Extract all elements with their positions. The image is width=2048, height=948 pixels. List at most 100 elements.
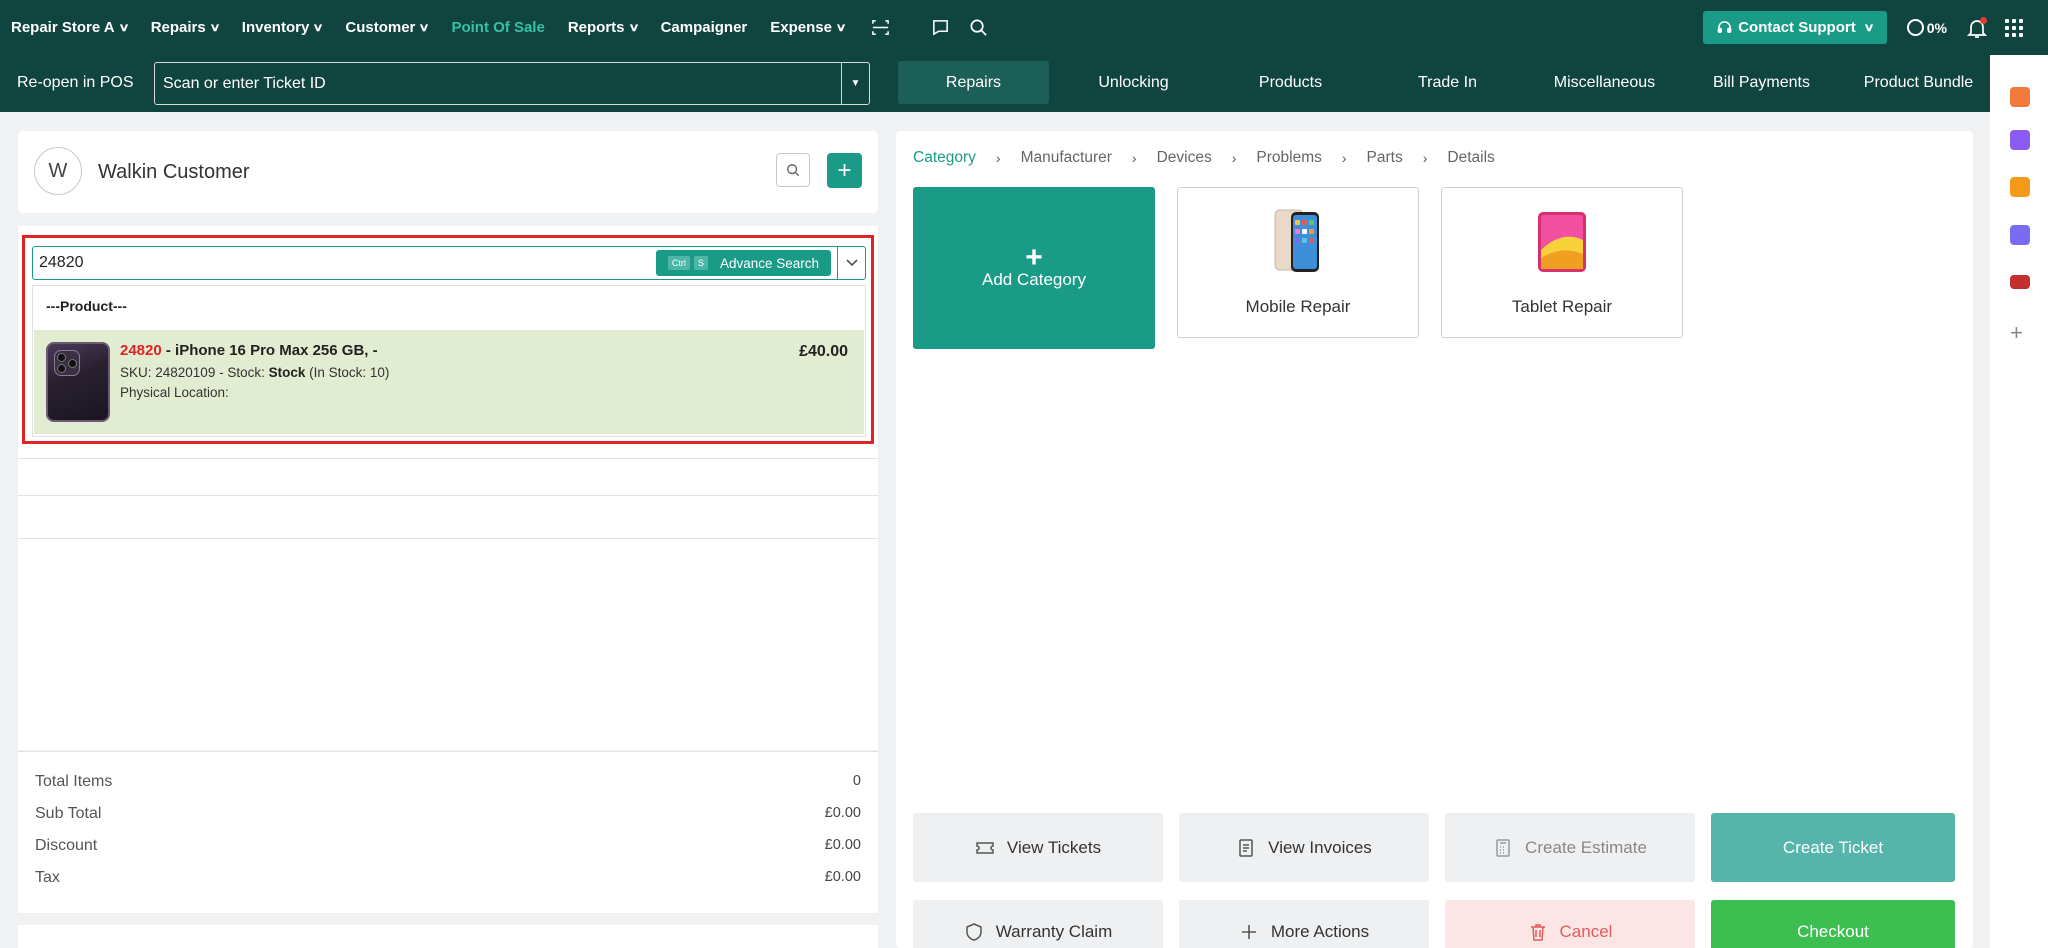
advance-search-label: Advance Search: [719, 255, 819, 271]
total-label: Discount: [35, 837, 98, 854]
tab-unlocking[interactable]: Unlocking: [1055, 61, 1212, 104]
notification-bell-icon[interactable]: [1966, 16, 1988, 39]
add-category-tile[interactable]: + Add Category: [913, 187, 1155, 349]
extension-icon-5[interactable]: [2010, 275, 2030, 289]
extension-icon-2[interactable]: [2010, 130, 2030, 150]
cancel-button[interactable]: Cancel: [1445, 900, 1695, 948]
calculator-icon: [1496, 838, 1510, 857]
apps-grid-icon[interactable]: [2005, 18, 2023, 37]
pos-sub-bar: Re-open in POS ▼ Repairs Unlocking Produ…: [0, 55, 2048, 112]
chevron-right-icon: ›: [1131, 150, 1137, 166]
tab-product-bundle[interactable]: Product Bundle: [1840, 61, 1997, 104]
reopen-label: Re-open in POS: [17, 74, 134, 91]
nav-label: Repair Store A: [11, 19, 115, 36]
tablet-repair-label: Tablet Repair: [1511, 297, 1613, 316]
view-invoices-label: View Invoices: [1268, 837, 1372, 857]
chevron-right-icon: ›: [995, 150, 1001, 166]
product-search-input[interactable]: [33, 247, 656, 279]
tab-products[interactable]: Products: [1212, 61, 1369, 104]
progress-indicator[interactable]: 0%: [1906, 19, 1947, 36]
warranty-claim-label: Warranty Claim: [995, 922, 1113, 941]
result-code: 24820: [120, 342, 162, 359]
advance-search-button[interactable]: Ctrl S Advance Search: [655, 250, 831, 276]
ticket-dropdown-caret-icon[interactable]: ▼: [841, 63, 869, 104]
result-price: £40.00: [799, 343, 848, 360]
scan-icon[interactable]: [868, 16, 892, 40]
customer-search-button[interactable]: [776, 153, 810, 187]
tablet-icon: [1538, 212, 1586, 272]
divider: [18, 538, 878, 539]
nav-inventory[interactable]: Inventory ∨: [242, 19, 324, 36]
progress-ring-icon: [1906, 19, 1924, 36]
create-ticket-label: Create Ticket: [1782, 837, 1884, 857]
top-nav-bar: Repair Store A ∨ Repairs ∨ Inventory ∨ Cust…: [0, 0, 2048, 55]
breadcrumb: Category › Manufacturer › Devices › Prob…: [913, 149, 1495, 167]
add-extension-icon[interactable]: +: [2010, 322, 2023, 344]
checkout-label: Checkout: [1797, 922, 1869, 941]
avatar: W: [34, 147, 82, 195]
divider: [18, 458, 878, 459]
product-search-highlight: Ctrl S Advance Search ---Product--- 2482…: [22, 235, 874, 444]
crumb-parts[interactable]: Parts: [1367, 149, 1403, 167]
crumb-problems[interactable]: Problems: [1256, 149, 1321, 167]
customer-name[interactable]: Walkin Customer: [98, 161, 250, 184]
divider: [18, 495, 878, 496]
search-result-item[interactable]: 24820 - iPhone 16 Pro Max 256 GB, - SKU:…: [34, 330, 864, 434]
nav-label: Campaigner: [660, 19, 748, 36]
crumb-details[interactable]: Details: [1447, 149, 1494, 167]
crumb-devices[interactable]: Devices: [1157, 149, 1212, 167]
ticket-id-input[interactable]: [155, 63, 841, 104]
chevron-down-icon: ∨: [835, 22, 847, 34]
create-ticket-button[interactable]: Create Ticket: [1711, 813, 1955, 882]
nav-expense[interactable]: Expense ∨: [770, 19, 847, 36]
result-name: - iPhone 16 Pro Max 256 GB, -: [161, 342, 378, 359]
tab-repairs[interactable]: Repairs: [898, 61, 1049, 104]
camera-module: [54, 350, 80, 376]
contact-support-button[interactable]: Contact Support ∨: [1703, 11, 1887, 44]
chat-icon[interactable]: [928, 16, 952, 40]
main-nav: Repair Store A ∨ Repairs ∨ Inventory ∨ Cust…: [0, 0, 1004, 55]
extension-icon-1[interactable]: [2010, 87, 2030, 107]
warranty-claim-button[interactable]: Warranty Claim: [913, 900, 1163, 948]
nav-store-selector[interactable]: Repair Store A ∨: [11, 19, 129, 36]
bottom-card: [18, 925, 878, 948]
nav-label: Repairs: [150, 19, 206, 36]
stock-count: (In Stock: 10): [305, 365, 390, 380]
total-label: Sub Total: [35, 805, 102, 822]
ticket-icon: [976, 841, 994, 854]
extension-icon-4[interactable]: [2010, 225, 2030, 245]
result-location: Physical Location:: [120, 385, 229, 400]
result-title: 24820 - iPhone 16 Pro Max 256 GB, -: [120, 342, 378, 359]
nav-customer[interactable]: Customer ∨: [345, 19, 430, 36]
tab-trade-in[interactable]: Trade In: [1369, 61, 1526, 104]
mobile-repair-tile[interactable]: Mobile Repair: [1177, 187, 1419, 338]
crumb-category[interactable]: Category: [913, 149, 976, 167]
view-tickets-button[interactable]: View Tickets: [913, 813, 1163, 882]
nav-campaigner[interactable]: Campaigner: [661, 19, 748, 36]
crumb-manufacturer[interactable]: Manufacturer: [1021, 149, 1112, 167]
tablet-repair-tile[interactable]: Tablet Repair: [1441, 187, 1683, 338]
chevron-right-icon: ›: [1341, 150, 1347, 166]
tab-miscellaneous[interactable]: Miscellaneous: [1526, 61, 1683, 104]
nav-label: Reports: [567, 19, 625, 36]
result-group-label: ---Product---: [46, 298, 127, 314]
create-estimate-button[interactable]: Create Estimate: [1445, 813, 1695, 882]
nav-reports[interactable]: Reports ∨: [567, 19, 639, 36]
chevron-down-icon: ∨: [1863, 22, 1875, 34]
nav-repairs[interactable]: Repairs ∨: [150, 19, 221, 36]
view-invoices-button[interactable]: View Invoices: [1179, 813, 1429, 882]
nav-point-of-sale[interactable]: Point Of Sale: [451, 19, 544, 36]
extension-icon-3[interactable]: [2010, 177, 2030, 197]
more-actions-button[interactable]: More Actions: [1179, 900, 1429, 948]
search-icon[interactable]: [966, 16, 990, 40]
headset-icon: [1717, 21, 1732, 33]
customer-card: W Walkin Customer +: [18, 131, 878, 213]
add-customer-button[interactable]: +: [827, 153, 862, 188]
chevron-down-icon: [845, 259, 858, 267]
checkout-button[interactable]: Checkout: [1711, 900, 1955, 948]
tab-bill-payments[interactable]: Bill Payments: [1683, 61, 1840, 104]
search-dropdown-toggle[interactable]: [837, 247, 865, 279]
side-extension-strip: +: [1990, 55, 2048, 948]
sub-total-row: Sub Total £0.00: [35, 805, 861, 823]
ticket-id-field: ▼: [154, 62, 870, 105]
